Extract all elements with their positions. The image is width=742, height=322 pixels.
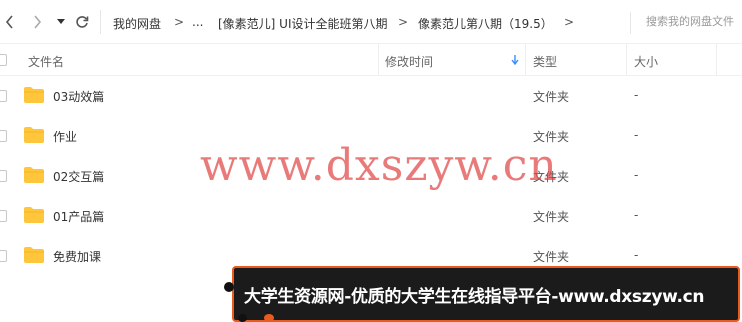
decoration-dot	[238, 314, 247, 322]
folder-icon	[24, 127, 44, 143]
navigation-bar: 我的网盘 > ... [像素范儿] UI设计全能班第八期 > 像素范儿第八期（1…	[0, 0, 742, 44]
search-box	[630, 12, 742, 34]
folder-icon	[24, 87, 44, 103]
decoration-dot	[264, 314, 274, 322]
list-item[interactable]: 01产品篇 文件夹 -	[0, 196, 742, 236]
column-size[interactable]: 大小	[634, 53, 658, 70]
watermark-text: www.dxszyw.cn	[200, 140, 558, 191]
row-checkbox[interactable]	[0, 170, 7, 182]
forward-button[interactable]	[30, 12, 44, 32]
row-checkbox[interactable]	[0, 250, 7, 262]
folder-icon	[24, 167, 44, 183]
column-divider	[716, 44, 717, 76]
column-divider	[525, 44, 526, 76]
folder-icon	[24, 247, 44, 263]
file-name[interactable]: 免费加课	[53, 248, 101, 265]
row-checkbox[interactable]	[0, 210, 7, 222]
nav-divider	[100, 10, 101, 34]
refresh-icon	[76, 16, 89, 28]
file-type: 文件夹	[533, 250, 570, 264]
column-type[interactable]: 类型	[533, 53, 557, 70]
breadcrumb-course[interactable]: [像素范儿] UI设计全能班第八期	[218, 15, 388, 32]
banner-text: 大学生资源网-优质的大学生在线指导平台-www.dxszyw.cn	[244, 287, 705, 307]
breadcrumb-separator: >	[398, 15, 409, 29]
file-type: 文件夹	[533, 90, 570, 104]
column-divider	[626, 44, 627, 76]
refresh-button[interactable]	[74, 12, 90, 32]
chevron-left-icon	[5, 15, 13, 29]
file-size: -	[634, 128, 639, 142]
file-name[interactable]: 01产品篇	[53, 208, 104, 225]
column-name[interactable]: 文件名	[28, 53, 64, 70]
breadcrumb-ellipsis[interactable]: ...	[192, 15, 203, 29]
arrow-down-icon[interactable]	[511, 55, 519, 65]
breadcrumb-my-drive[interactable]: 我的网盘	[113, 15, 161, 32]
file-name[interactable]: 作业	[53, 128, 77, 145]
file-name[interactable]: 03动效篇	[53, 88, 104, 105]
file-size: -	[634, 248, 639, 262]
breadcrumb-current-folder: 像素范儿第八期（19.5）	[418, 17, 553, 31]
row-checkbox[interactable]	[0, 90, 7, 102]
caret-down-icon	[57, 19, 65, 24]
file-size: -	[634, 168, 639, 182]
breadcrumb-separator: >	[174, 15, 185, 29]
promo-banner: 大学生资源网-优质的大学生在线指导平台-www.dxszyw.cn	[232, 266, 740, 322]
select-all-checkbox[interactable]	[0, 54, 7, 66]
row-checkbox[interactable]	[0, 130, 7, 142]
folder-icon	[24, 207, 44, 223]
chevron-right-icon	[33, 15, 41, 29]
file-list-header: 文件名 修改时间 类型 大小	[0, 44, 742, 76]
file-size: -	[634, 208, 639, 222]
back-button[interactable]	[2, 12, 16, 32]
file-type: 文件夹	[533, 210, 570, 224]
history-dropdown-button[interactable]	[56, 12, 66, 32]
search-input[interactable]	[646, 15, 742, 28]
column-divider	[378, 44, 379, 76]
column-modified-time[interactable]: 修改时间	[385, 53, 433, 70]
breadcrumb-separator: >	[564, 15, 575, 29]
file-size: -	[634, 88, 639, 102]
list-item[interactable]: 03动效篇 文件夹 -	[0, 76, 742, 116]
decoration-dot	[224, 282, 234, 292]
file-name[interactable]: 02交互篇	[53, 168, 104, 185]
